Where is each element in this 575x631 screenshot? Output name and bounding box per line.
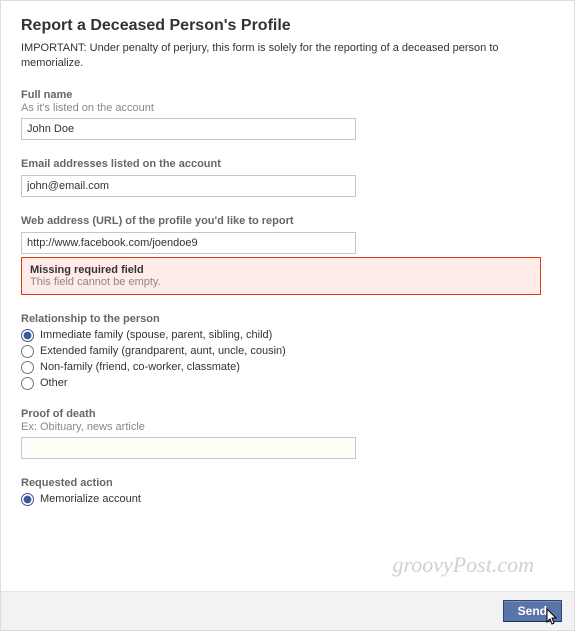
email-section: Email addresses listed on the account xyxy=(21,158,554,197)
relationship-option-immediate[interactable]: Immediate family (spouse, parent, siblin… xyxy=(21,329,554,342)
url-input[interactable] xyxy=(21,232,356,254)
error-message: This field cannot be empty. xyxy=(30,276,161,288)
footer-bar: Send xyxy=(1,591,574,630)
relationship-radio-extended[interactable] xyxy=(21,345,34,358)
requested-action-text: Memorialize account xyxy=(40,493,141,505)
fullname-section: Full name As it's listed on the account xyxy=(21,89,554,140)
proof-input[interactable] xyxy=(21,437,356,459)
proof-label: Proof of death xyxy=(21,408,554,420)
email-label: Email addresses listed on the account xyxy=(21,158,554,170)
relationship-radio-immediate[interactable] xyxy=(21,329,34,342)
relationship-option-other[interactable]: Other xyxy=(21,377,554,390)
relationship-option-nonfamily[interactable]: Non-family (friend, co-worker, classmate… xyxy=(21,361,554,374)
fullname-input[interactable] xyxy=(21,118,356,140)
send-button[interactable]: Send xyxy=(503,600,562,622)
relationship-text: Other xyxy=(40,377,68,389)
proof-section: Proof of death Ex: Obituary, news articl… xyxy=(21,408,554,459)
requested-action-radio-memorialize[interactable] xyxy=(21,493,34,506)
fullname-hint: As it's listed on the account xyxy=(21,102,554,114)
requested-action-label: Requested action xyxy=(21,477,554,489)
fullname-label: Full name xyxy=(21,89,554,101)
watermark: groovyPost.com xyxy=(392,552,534,578)
proof-hint: Ex: Obituary, news article xyxy=(21,421,554,433)
relationship-option-extended[interactable]: Extended family (grandparent, aunt, uncl… xyxy=(21,345,554,358)
form-container: Report a Deceased Person's Profile IMPOR… xyxy=(1,1,574,520)
relationship-text: Extended family (grandparent, aunt, uncl… xyxy=(40,345,286,357)
error-box: Missing required field This field cannot… xyxy=(21,257,541,295)
email-input[interactable] xyxy=(21,175,356,197)
requested-action-section: Requested action Memorialize account xyxy=(21,477,554,506)
url-label: Web address (URL) of the profile you'd l… xyxy=(21,215,554,227)
relationship-label: Relationship to the person xyxy=(21,313,554,325)
url-section: Web address (URL) of the profile you'd l… xyxy=(21,215,554,295)
relationship-text: Immediate family (spouse, parent, siblin… xyxy=(40,329,272,341)
relationship-radio-other[interactable] xyxy=(21,377,34,390)
relationship-radio-nonfamily[interactable] xyxy=(21,361,34,374)
important-notice: IMPORTANT: Under penalty of perjury, thi… xyxy=(21,41,554,71)
page-title: Report a Deceased Person's Profile xyxy=(21,17,554,35)
error-title: Missing required field xyxy=(30,264,532,276)
relationship-text: Non-family (friend, co-worker, classmate… xyxy=(40,361,240,373)
requested-action-option-memorialize[interactable]: Memorialize account xyxy=(21,493,554,506)
relationship-section: Relationship to the person Immediate fam… xyxy=(21,313,554,390)
